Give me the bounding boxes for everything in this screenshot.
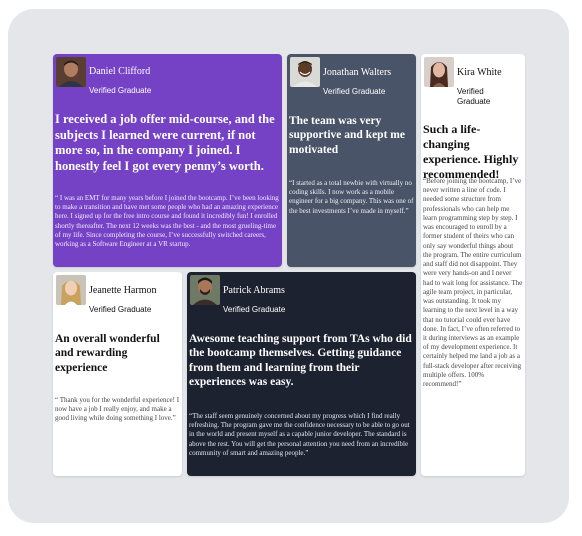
testimonial-card: Kira Whitе Verified Graduate Such a life… bbox=[421, 54, 525, 476]
avatar bbox=[190, 275, 220, 305]
testimonial-quote: “ I was an EMT for many years before I j… bbox=[55, 194, 279, 249]
author-name: Jonathan Walters bbox=[323, 67, 392, 78]
woman-portrait-icon bbox=[56, 275, 86, 305]
testimonial-headline: The team was very supportive and kept me… bbox=[289, 115, 405, 156]
woman-portrait-icon bbox=[424, 57, 454, 87]
testimonial-card: Daniel Clifford Verified Graduate I rece… bbox=[53, 54, 282, 267]
status-badge: Verified Graduate bbox=[89, 86, 152, 95]
status-badge: Verified Graduate bbox=[323, 87, 386, 96]
testimonial-quote: “ Thank you for the wonderful experience… bbox=[55, 396, 180, 423]
avatar bbox=[424, 57, 454, 87]
testimonial-quote: “I started as a total newbie with virtua… bbox=[289, 179, 414, 215]
status-badge: Verified Graduate bbox=[223, 305, 286, 314]
testimonial-card: Jeanette Harmon Verified Graduate An ove… bbox=[53, 272, 182, 476]
testimonial-card: Jonathan Walters Verified Graduate The t… bbox=[287, 54, 416, 267]
testimonial-headline: I received a job offer mid-course, and t… bbox=[55, 112, 275, 173]
man-portrait-icon bbox=[56, 57, 86, 87]
avatar bbox=[290, 57, 320, 87]
author-name: Kira Whitе bbox=[457, 67, 502, 78]
man-portrait-icon bbox=[290, 57, 320, 87]
man-portrait-icon bbox=[190, 275, 220, 305]
author-name: Jeanette Harmon bbox=[89, 285, 157, 296]
testimonial-card: Patrick Abrams Verified Graduate Awesome… bbox=[187, 272, 416, 476]
status-badge: Verified Graduate bbox=[457, 87, 491, 106]
testimonial-quote: “The staff seem genuinely concerned abou… bbox=[189, 412, 410, 457]
author-name: Daniel Clifford bbox=[89, 66, 151, 77]
avatar bbox=[56, 275, 86, 305]
testimonial-quote: “Before joining the bootcamp, I’ve never… bbox=[423, 177, 523, 389]
author-name: Patrick Abrams bbox=[223, 285, 285, 296]
testimonial-headline: An overall wonderful and rewarding exper… bbox=[55, 333, 160, 374]
status-badge: Verified Graduate bbox=[89, 305, 152, 314]
avatar bbox=[56, 57, 86, 87]
testimonial-headline: Awesome teaching support from TAs who di… bbox=[189, 333, 412, 389]
testimonial-headline: Such a life-changing experience. Highly … bbox=[423, 122, 519, 181]
